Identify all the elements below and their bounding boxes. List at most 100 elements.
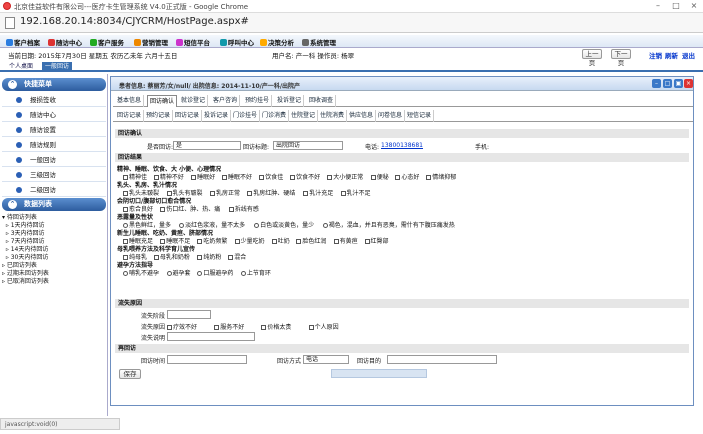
panel-restore-icon[interactable]: ▣ [674,79,683,88]
loss-reason-checkbox[interactable]: 价格太贵 [261,322,291,331]
data-list-header[interactable]: ⌃ 数据列表 [2,198,106,211]
logout-link[interactable]: 注销 [649,50,662,60]
tree-item[interactable]: ▹ 7天内待回访 [2,238,45,246]
record-tab[interactable]: 短信记录 [405,110,435,122]
checkbox-option[interactable]: 乳汁不足 [340,188,371,197]
record-tab[interactable]: 预约记录 [144,110,174,122]
checkbox-option[interactable]: 拆线有感 [228,204,259,213]
detail-tab[interactable]: 投诉登记 [275,95,305,107]
loss-reason-checkbox[interactable]: 个人原因 [308,322,339,331]
panel-close-icon[interactable]: × [684,79,693,88]
tree-item[interactable]: ▹ 过期未回访列表 [2,270,49,278]
record-tab[interactable]: 投诉记录 [202,110,232,122]
radio-option[interactable]: 口服避孕药 [197,268,233,277]
menu-phone[interactable]: 随访中心 [48,37,82,47]
radio-option[interactable]: 白色或淡黄色，量少 [254,220,314,229]
address-bar[interactable]: 192.168.20.14:8034/CJYCRM/HostPage.aspx# [0,13,703,33]
checkbox-option[interactable]: 乳汁充足 [303,188,333,197]
panel-minimize-icon[interactable]: – [652,79,661,88]
checkbox-option[interactable]: 吃奶频繁 [197,236,227,245]
plan-purpose-input[interactable] [387,355,497,364]
plan-time-input[interactable] [167,355,247,364]
detail-tab[interactable]: 预约挂号 [243,95,273,107]
prev-page-button[interactable]: 上一页 [582,49,602,67]
loss-note-input[interactable] [167,332,255,341]
detail-tab[interactable]: 回访确认 [147,95,178,107]
checkbox-option[interactable]: 乳房正常 [210,188,240,197]
sidebar-item[interactable]: 报损签收 [2,93,106,107]
checkbox-option[interactable]: 饮食佳 [259,172,283,181]
loss-reason-checkbox[interactable]: 疗效不好 [167,322,197,331]
maximize-icon[interactable]: □ [670,1,682,11]
tree-item[interactable]: ▹ 已回访列表 [2,262,37,270]
save-button[interactable]: 保存 [119,369,141,379]
menu-chart[interactable]: 营销管理 [134,37,168,47]
detail-tab[interactable]: 回收调查 [307,95,337,107]
tree-item[interactable]: ▹ 30天内待回访 [2,254,49,262]
record-tab[interactable]: 问卷信息 [376,110,406,122]
sidebar-item[interactable]: 一般回访 [2,153,106,167]
checkbox-option[interactable]: 乳房红肿、硬结 [247,188,295,197]
menu-gear[interactable]: 系统管理 [302,37,336,47]
loss-reason-checkbox[interactable]: 服务不好 [214,322,244,331]
checkbox-option[interactable]: 吐奶 [271,236,290,245]
minimize-icon[interactable]: – [652,1,664,11]
record-tab[interactable]: 回访记录 [173,110,203,122]
menu-mail[interactable]: 短信平台 [176,37,210,47]
checkbox-option[interactable]: 心态好 [395,172,419,181]
checkbox-option[interactable]: 母乳和奶粉 [153,252,190,261]
tree-item[interactable]: ▾ 待回访列表 [2,214,37,222]
checkbox-option[interactable]: 脸色红润 [296,236,326,245]
detail-tab[interactable]: 基本信息 [115,95,145,107]
exit-link[interactable]: 退出 [682,50,695,60]
checkbox-option[interactable]: 睡眠好 [191,172,215,181]
next-page-button[interactable]: 下一页 [611,49,631,67]
radio-option[interactable]: 避孕套 [166,268,191,277]
menu-pie[interactable]: 决策分析 [260,37,294,47]
radio-option[interactable]: 褐色，混血，并且有恶臭，需什有下腹压痛发热 [322,220,455,229]
checkbox-option[interactable]: 伤口红、肿、热、痛 [160,204,220,213]
record-tab[interactable]: 住院消费 [318,110,348,122]
followup-title-select[interactable]: 出院回访 [273,141,343,150]
record-tab[interactable]: 门诊挂号 [231,110,261,122]
tree-item[interactable]: ▹ 3天内待回访 [2,230,45,238]
menu-folder[interactable]: 客户档案 [6,37,40,47]
record-tab[interactable]: 供应信息 [347,110,377,122]
checkbox-option[interactable]: 有黄疸 [333,236,358,245]
refresh-link[interactable]: 刷新 [665,50,678,60]
tree-item[interactable]: ▹ 14天内待回访 [2,246,49,254]
record-tab[interactable]: 回访记录 [115,110,145,122]
checkbox-option[interactable]: 混合 [228,252,246,261]
is-followup-select[interactable]: 是 [173,141,241,150]
sidebar-item[interactable]: 随访中心 [2,108,106,122]
radio-option[interactable]: 哺乳不避孕 [123,268,159,277]
record-tab[interactable]: 住院登记 [289,110,319,122]
menu-service[interactable]: 客户服务 [90,37,124,47]
detail-tab[interactable]: 客户咨询 [211,95,241,107]
checkbox-option[interactable]: 睡眠不好 [222,172,252,181]
radio-option[interactable]: 上节育环 [240,268,271,277]
tree-item[interactable]: ▹ 1天内待回访 [2,222,45,230]
checkbox-option[interactable]: 红臀部 [364,236,389,245]
detail-tab[interactable]: 就诊登记 [179,95,209,107]
checkbox-option[interactable]: 大小便正常 [327,172,363,181]
record-tab[interactable]: 门诊消费 [260,110,290,122]
sidebar-item[interactable]: 二级回访 [2,183,106,197]
close-icon[interactable]: × [688,1,700,11]
checkbox-option[interactable]: 少量吃奶 [234,236,265,245]
checkbox-option[interactable]: 纯奶粉 [197,252,221,261]
phone-number[interactable]: 13800138681 [381,142,423,149]
sidebar-item[interactable]: 三级回访 [2,168,106,182]
menu-headset[interactable]: 呼叫中心 [220,37,254,47]
sidebar-item[interactable]: 随访规则 [2,138,106,152]
checkbox-option[interactable]: 情绪抑郁 [426,172,456,181]
sidebar-item[interactable]: 随访设置 [2,123,106,137]
loss-stage-select[interactable] [167,310,211,319]
quick-menu-header[interactable]: ⌃ 快捷菜单 [2,78,106,91]
tab-personal-desktop[interactable]: 个人桌面 [6,62,36,72]
plan-method-select[interactable]: 电话 [303,355,349,364]
tab-general-followup[interactable]: 一般回访 [42,62,73,72]
url-text[interactable]: 192.168.20.14:8034/CJYCRM/HostPage.aspx# [20,16,249,27]
checkbox-option[interactable]: 便秘 [370,172,389,181]
panel-maximize-icon[interactable]: □ [663,79,672,88]
